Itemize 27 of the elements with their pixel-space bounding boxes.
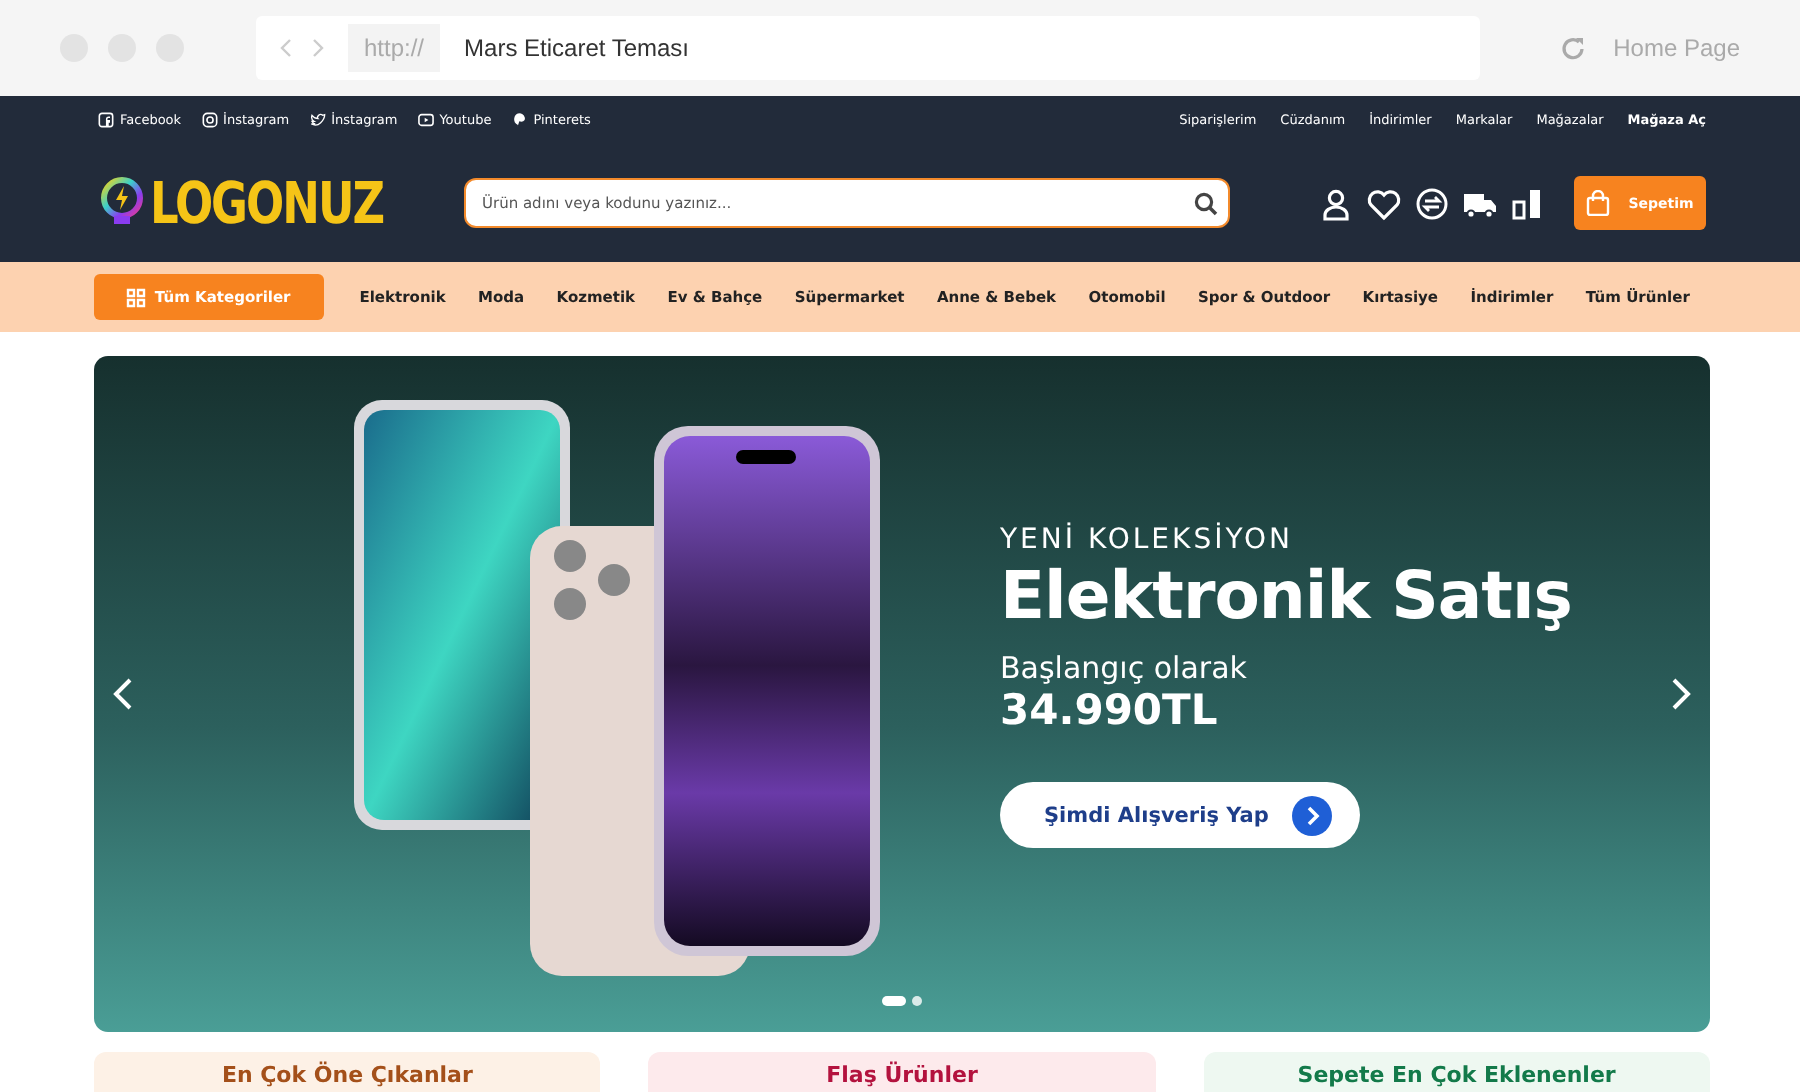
hero-title: Elektronik Satış [1000,556,1572,634]
user-icon[interactable] [1318,185,1354,221]
page-address: Mars Eticaret Teması [464,34,690,62]
pinterest-icon [511,112,528,128]
address-bar[interactable]: http:// Mars Eticaret Teması [256,16,1480,80]
hero-price: 34.990TL [1000,686,1220,734]
url-scheme: http:// [348,24,441,72]
hero-subtitle: Başlangıç olarak [1000,650,1249,686]
hero-eyebrow: YENİ KOLEKSİYON [1000,524,1296,556]
youtube-icon [417,112,434,128]
shopping-bag-icon [1586,190,1611,216]
twitter-icon [309,112,326,128]
slide-indicator[interactable] [882,996,906,1006]
section-title: En Çok Öne Çıkanlar [221,1062,473,1092]
logo[interactable]: LOGONUZ [98,174,464,232]
compare-icon[interactable] [1510,185,1546,221]
slide-indicator[interactable] [912,996,922,1006]
heart-icon[interactable] [1366,185,1402,221]
exchange-icon[interactable] [1414,185,1450,221]
instagram-icon [201,112,218,128]
chevron-right-icon [1292,795,1333,835]
shop-now-button[interactable]: Şimdi Alışveriş Yap [1000,782,1361,848]
section-title: Sepete En Çok Eklenenler [1297,1062,1616,1092]
search-icon[interactable] [1194,191,1218,215]
section-title: Flaş Ürünler [826,1062,978,1092]
grid-icon [126,287,147,307]
facebook-icon [98,112,114,128]
